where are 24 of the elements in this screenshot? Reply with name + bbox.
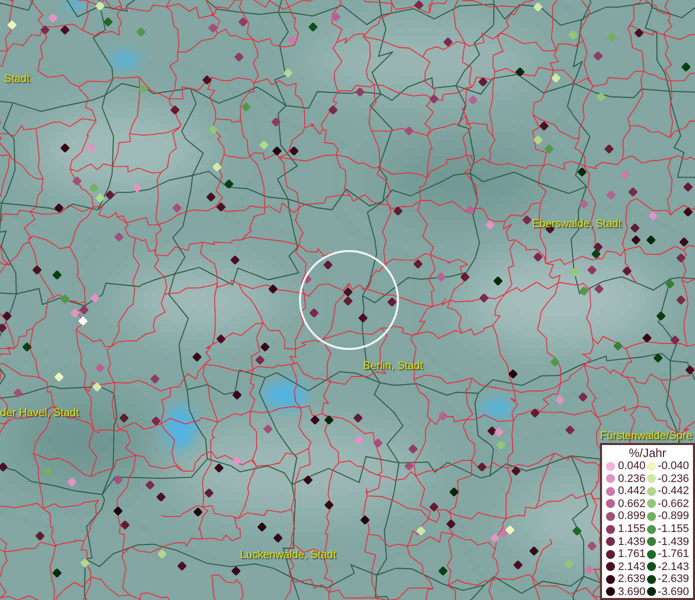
legend-value: 1.761 (618, 548, 647, 560)
legend-value: 0.662 (618, 498, 647, 510)
legend-value: -3.690 (658, 586, 689, 598)
legend-value: 2.143 (618, 560, 647, 573)
legend-value: 0.236 (618, 472, 647, 485)
legend-value: -1.155 (658, 523, 689, 535)
legend-value: 1.439 (618, 536, 647, 548)
legend-value: -2.639 (658, 573, 689, 586)
legend-value: -0.236 (658, 472, 689, 485)
legend-value: 1.155 (618, 523, 647, 535)
legend-value: 0.040 (618, 460, 647, 472)
legend-value: -0.662 (658, 498, 689, 510)
legend-value: -1.761 (658, 548, 689, 560)
legend-value: 2.639 (618, 573, 647, 586)
legend-value: 0.442 (618, 485, 647, 498)
legend-value: 3.690 (618, 586, 647, 598)
legend-value: 0.899 (618, 510, 647, 522)
legend-value: -0.899 (658, 510, 689, 522)
legend-value: -1.439 (658, 536, 689, 548)
legend-value: -2.143 (658, 560, 689, 573)
legend-value: -0.442 (658, 485, 689, 498)
place-label: Stadt (4, 73, 30, 86)
legend-title: %/Jahr (628, 446, 668, 460)
legend-value: -0.040 (658, 460, 689, 472)
